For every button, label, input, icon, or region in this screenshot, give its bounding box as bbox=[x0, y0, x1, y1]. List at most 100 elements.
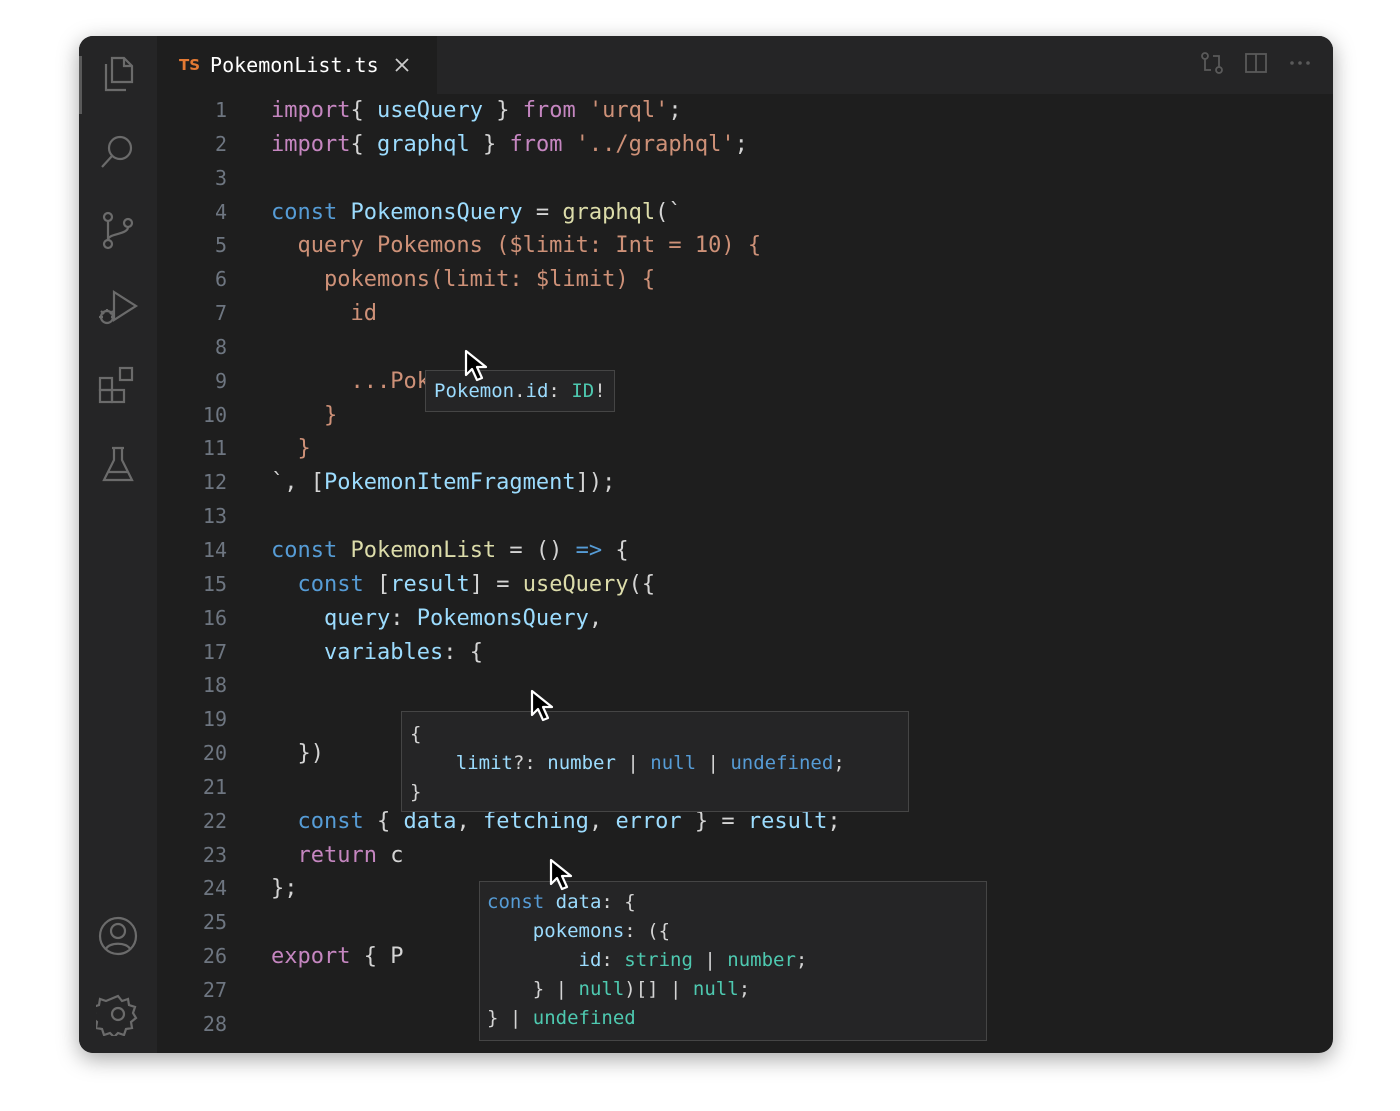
code-token: } bbox=[482, 98, 523, 123]
code-token: } | bbox=[487, 978, 579, 1000]
extensions-icon[interactable] bbox=[96, 364, 140, 408]
code-token: : { bbox=[601, 891, 636, 913]
code-token: { bbox=[410, 723, 422, 745]
code-token: } | bbox=[487, 1007, 533, 1029]
code-token: ] = bbox=[469, 571, 523, 597]
line-number: 19 bbox=[202, 707, 227, 732]
code-line: `, [PokemonItemFragment]); bbox=[271, 466, 1333, 500]
line-number: 21 bbox=[202, 774, 227, 799]
line-number: 16 bbox=[202, 605, 227, 630]
code-line: id: string | number; bbox=[487, 946, 986, 975]
files-icon[interactable] bbox=[96, 52, 140, 96]
code-token: )[] | bbox=[624, 978, 693, 1000]
code-token: export bbox=[271, 944, 351, 970]
active-indicator bbox=[79, 56, 82, 114]
editor-actions bbox=[1199, 50, 1313, 76]
code-token: : bbox=[601, 949, 625, 971]
hover-tooltip-variables: { limit?: number | null | undefined;} bbox=[401, 711, 909, 812]
code-token: limit bbox=[455, 752, 513, 774]
code-token: string bbox=[624, 949, 693, 971]
mouse-pointer-icon bbox=[529, 689, 561, 723]
account-icon[interactable] bbox=[96, 914, 140, 958]
activity-bar bbox=[79, 36, 157, 1053]
code-line: const PokemonsQuery = graphql(` bbox=[271, 196, 1333, 230]
code-token: }) bbox=[271, 741, 324, 767]
mouse-pointer-icon bbox=[463, 349, 495, 383]
code-token: data bbox=[403, 808, 457, 834]
code-token: const bbox=[297, 571, 364, 597]
line-number: 1 bbox=[214, 98, 227, 122]
code-token: : bbox=[390, 605, 417, 631]
code-token: result bbox=[390, 571, 470, 597]
code-line: id bbox=[271, 297, 1333, 331]
line-number: 10 bbox=[202, 402, 227, 427]
code-token: graphql bbox=[562, 199, 656, 225]
search-icon[interactable] bbox=[96, 130, 140, 174]
code-token: { bbox=[363, 808, 404, 834]
code-token: useQuery bbox=[376, 98, 483, 123]
code-token: , bbox=[456, 808, 483, 834]
code-line: { bbox=[410, 720, 908, 749]
code-token: PokemonList bbox=[350, 537, 497, 563]
code-token: import bbox=[271, 131, 351, 157]
code-token: variables bbox=[323, 639, 444, 665]
code-token: PokemonsQuery bbox=[350, 199, 523, 225]
code-token: '../graphql' bbox=[575, 131, 735, 157]
code-token: } bbox=[469, 131, 510, 157]
code-token: | bbox=[692, 949, 728, 971]
code-token: from bbox=[522, 98, 576, 123]
code-token: { bbox=[350, 131, 377, 157]
source-control-icon[interactable] bbox=[96, 208, 140, 252]
code-editor[interactable]: 1 2 3 4 5 6 7 8 9 10 11 12 13 14 15 16 17 18 19 20 21 22 23 24 2… bbox=[157, 94, 1333, 1053]
settings-gear-icon[interactable] bbox=[96, 992, 140, 1036]
code-line: } | null)[] | null; bbox=[487, 975, 986, 1004]
line-number: 11 bbox=[202, 436, 227, 461]
hover-tooltip-id: Pokemon.id: ID! bbox=[425, 370, 615, 412]
code-token: PokemonsQuery bbox=[416, 605, 589, 631]
code-token: ; bbox=[738, 978, 751, 1000]
run-debug-icon[interactable] bbox=[96, 286, 140, 330]
code-token: { bbox=[602, 537, 629, 563]
testing-icon[interactable] bbox=[96, 442, 140, 486]
close-icon[interactable] bbox=[393, 56, 411, 74]
code-token: undefined bbox=[730, 752, 834, 774]
code-line: limit?: number | null | undefined; bbox=[410, 749, 908, 778]
code-line: } | undefined bbox=[487, 1004, 986, 1033]
code-token: }; bbox=[271, 876, 298, 902]
code-token: Pokemon bbox=[434, 380, 515, 402]
code-token: 'urql' bbox=[588, 98, 669, 123]
line-number: 28 bbox=[202, 1011, 227, 1036]
code-token: const bbox=[487, 891, 545, 913]
code-token: { bbox=[350, 98, 377, 123]
code-token: query Pokemons ($limit: Int = 10) { bbox=[271, 233, 762, 259]
code-token: pokemons(limit: $limit) { bbox=[271, 267, 656, 293]
open-changes-icon[interactable] bbox=[1199, 50, 1225, 76]
line-numbers: 1 2 3 4 5 6 7 8 9 10 11 12 13 14 15 16 17 18 19 20 21 22 23 24 2… bbox=[157, 94, 227, 1042]
code-token: { P bbox=[350, 944, 404, 970]
tab-pokemonlist[interactable]: TS PokemonList.ts bbox=[157, 36, 437, 94]
line-number: 9 bbox=[214, 368, 227, 393]
code-token: const bbox=[297, 808, 364, 834]
line-number: 22 bbox=[202, 808, 227, 833]
line-number: 18 bbox=[202, 673, 227, 698]
code-token: : { bbox=[443, 639, 483, 665]
line-number: 8 bbox=[214, 334, 227, 359]
code-token: ; bbox=[795, 949, 808, 971]
split-editor-icon[interactable] bbox=[1243, 50, 1269, 76]
more-actions-icon[interactable] bbox=[1287, 50, 1313, 76]
code-line: pokemons: ({ bbox=[487, 917, 986, 946]
code-token: } = bbox=[681, 808, 748, 834]
code-token: | bbox=[615, 752, 651, 774]
code-token: const bbox=[271, 199, 338, 225]
line-number: 17 bbox=[202, 639, 227, 664]
